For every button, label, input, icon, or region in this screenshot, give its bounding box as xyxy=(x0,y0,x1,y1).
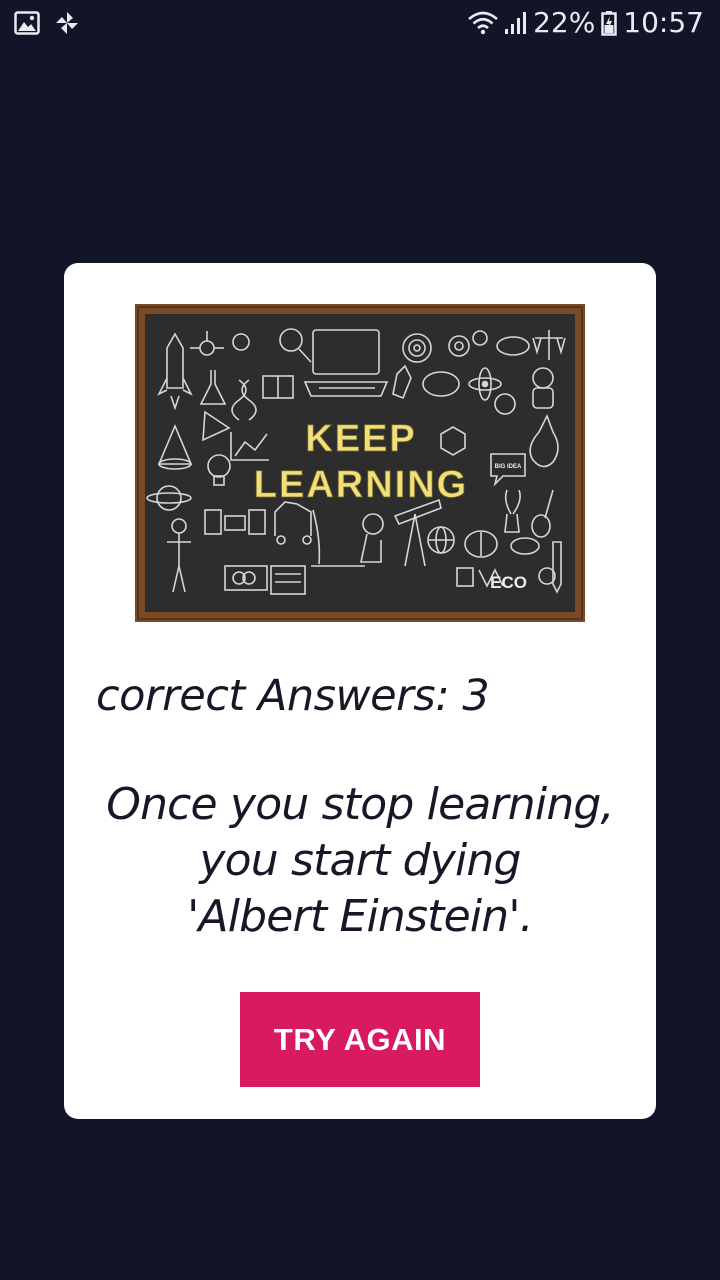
status-right: 22% 10:57 xyxy=(467,6,704,39)
motivational-quote: Once you stop learning, you start dying … xyxy=(84,777,636,945)
keep-text: KEEP xyxy=(305,418,416,460)
status-left-icons xyxy=(14,10,80,36)
clock-time: 10:57 xyxy=(623,6,704,39)
quote-line: you start dying xyxy=(199,835,521,886)
quote-line: Once you stop learning, xyxy=(106,779,614,830)
battery-percentage: 22% xyxy=(533,6,596,39)
try-again-button[interactable]: TRY AGAIN xyxy=(240,992,480,1087)
correct-answers-text: correct Answers: 3 xyxy=(96,671,490,721)
big-idea-label: BIG IDEA xyxy=(495,464,522,470)
wifi-icon xyxy=(468,11,498,34)
quote-author-line: 'Albert Einstein'. xyxy=(187,891,534,942)
keep-learning-chalkboard-image: ECO BIG IDEA KEEP LEARNING xyxy=(135,304,585,622)
signal-icon xyxy=(505,11,527,34)
result-card: ECO BIG IDEA KEEP LEARNING correct Answe… xyxy=(64,263,656,1119)
pinwheel-icon xyxy=(56,12,78,34)
learning-text: LEARNING xyxy=(254,464,468,506)
status-bar: 22% 10:57 xyxy=(0,0,720,50)
image-icon xyxy=(14,11,40,35)
battery-icon xyxy=(601,10,618,36)
eco-label: ECO xyxy=(490,573,527,592)
